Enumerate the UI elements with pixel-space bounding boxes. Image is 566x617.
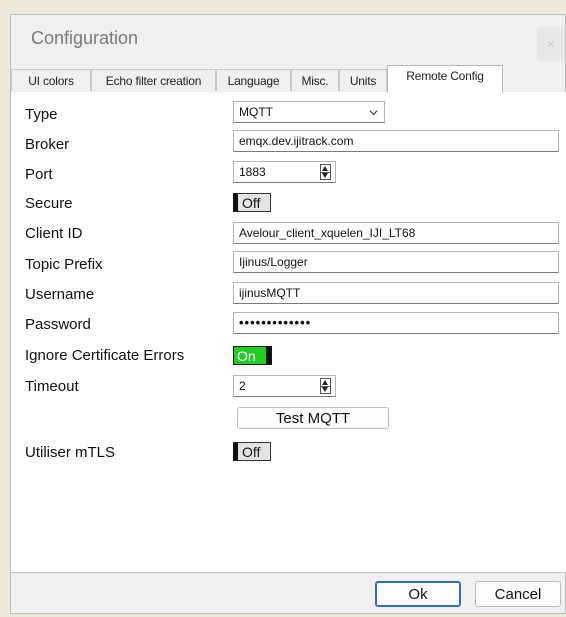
timeout-label: Timeout bbox=[25, 378, 79, 395]
username-label: Username bbox=[25, 286, 95, 303]
remote-config-panel: Type MQTT Broker emqx.dev.ijitrack.com P… bbox=[11, 92, 566, 573]
port-value: 1883 bbox=[239, 165, 266, 179]
broker-label: Broker bbox=[25, 136, 70, 153]
tab-units[interactable]: Units bbox=[339, 69, 387, 91]
arrow-up-icon[interactable] bbox=[322, 166, 328, 171]
password-input[interactable]: ••••••••••••• bbox=[233, 312, 559, 334]
client-id-input[interactable]: Avelour_client_xquelen_IJI_LT68 bbox=[233, 222, 559, 244]
secure-label: Secure bbox=[25, 195, 73, 212]
cancel-button[interactable]: Cancel bbox=[475, 581, 561, 607]
port-spin-buttons[interactable] bbox=[320, 164, 331, 180]
type-label: Type bbox=[25, 106, 58, 123]
topic-prefix-input[interactable]: Ijinus/Logger bbox=[233, 251, 559, 273]
mtls-label: Utiliser mTLS bbox=[25, 444, 116, 461]
timeout-value: 2 bbox=[239, 379, 246, 393]
tab-echo-filter-creation[interactable]: Echo filter creation bbox=[91, 69, 216, 91]
tab-language[interactable]: Language bbox=[216, 69, 291, 91]
ignore-cert-toggle[interactable]: On bbox=[233, 346, 272, 365]
port-label: Port bbox=[25, 166, 53, 183]
chevron-down-icon bbox=[369, 110, 378, 116]
port-stepper[interactable]: 1883 bbox=[233, 161, 336, 183]
close-button[interactable]: × bbox=[537, 27, 565, 61]
broker-input[interactable]: emqx.dev.ijitrack.com bbox=[233, 130, 559, 152]
ok-button[interactable]: Ok bbox=[375, 581, 461, 607]
test-mqtt-button[interactable]: Test MQTT bbox=[237, 407, 389, 429]
client-id-label: Client ID bbox=[25, 225, 83, 242]
arrow-down-icon[interactable] bbox=[322, 173, 328, 178]
window-title: Configuration bbox=[31, 28, 139, 48]
arrow-down-icon[interactable] bbox=[322, 387, 328, 392]
close-icon: × bbox=[546, 36, 556, 52]
timeout-spin-buttons[interactable] bbox=[320, 378, 331, 394]
username-input[interactable]: ijinusMQTT bbox=[233, 282, 559, 304]
configuration-dialog: Configuration × UI colors Echo filter cr… bbox=[10, 14, 566, 614]
password-label: Password bbox=[25, 316, 91, 333]
ignore-cert-label: Ignore Certificate Errors bbox=[25, 347, 185, 364]
secure-toggle[interactable]: Off bbox=[233, 193, 271, 212]
topic-prefix-label: Topic Prefix bbox=[25, 256, 103, 273]
tab-ui-colors[interactable]: UI colors bbox=[11, 69, 91, 91]
mtls-toggle[interactable]: Off bbox=[233, 442, 271, 461]
tab-remote-config[interactable]: Remote Config bbox=[387, 65, 503, 93]
timeout-stepper[interactable]: 2 bbox=[233, 375, 336, 397]
title-bar: Configuration × bbox=[11, 15, 565, 65]
type-select[interactable]: MQTT bbox=[233, 101, 385, 123]
tab-misc[interactable]: Misc. bbox=[291, 69, 339, 91]
tab-bar: UI colors Echo filter creation Language … bbox=[11, 65, 565, 93]
type-value: MQTT bbox=[239, 105, 273, 119]
arrow-up-icon[interactable] bbox=[322, 380, 328, 385]
